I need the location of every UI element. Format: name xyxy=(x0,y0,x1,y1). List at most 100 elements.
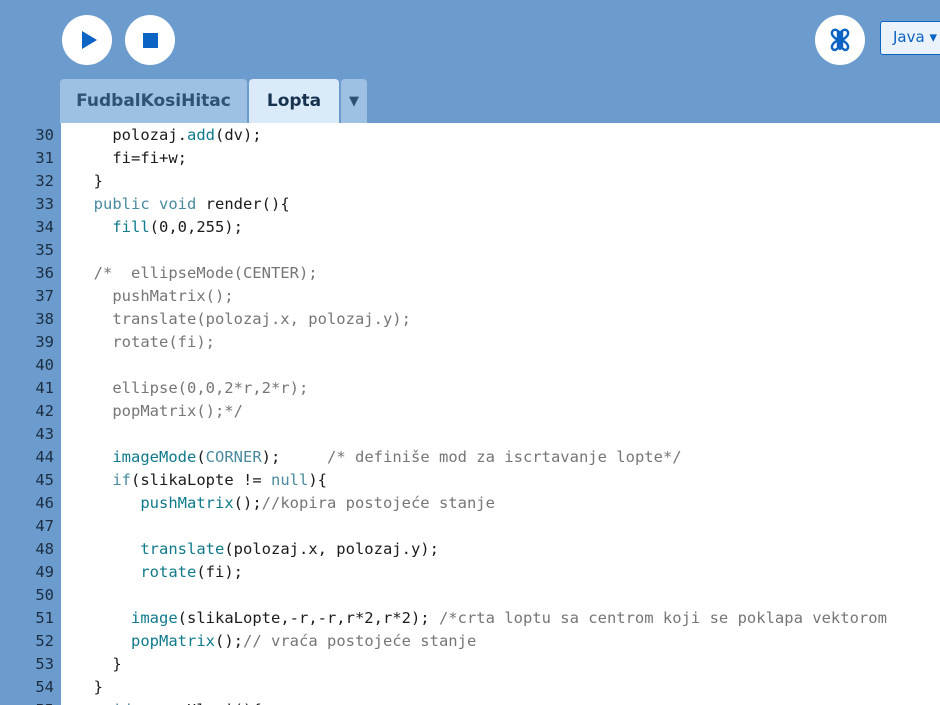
code-editor[interactable]: polozaj.add(dv); fi=fi+w; } public void … xyxy=(61,123,940,705)
run-button[interactable] xyxy=(62,15,112,65)
code-line[interactable]: pushMatrix();//kopira postojeće stanje xyxy=(75,492,495,515)
line-number: 51 xyxy=(35,609,54,627)
code-line[interactable]: polozaj.add(dv); xyxy=(75,124,262,147)
code-line[interactable]: popMatrix();*/ xyxy=(75,400,243,423)
line-number: 46 xyxy=(35,494,54,512)
code-line[interactable]: /* ellipseMode(CENTER); xyxy=(75,262,318,285)
code-token: translate xyxy=(140,540,225,558)
line-number: 52 xyxy=(35,632,54,650)
code-token: (); xyxy=(233,494,262,512)
line-number: 39 xyxy=(35,333,54,351)
code-token: pushMatrix(); xyxy=(75,287,234,305)
code-token: ){ xyxy=(308,471,327,489)
code-line[interactable]: translate(polozaj.x, polozaj.y); xyxy=(75,538,439,561)
code-token: (slikaLopte != xyxy=(131,471,271,489)
code-line[interactable]: } xyxy=(75,653,122,676)
code-token: ); xyxy=(261,448,327,466)
code-line[interactable]: popMatrix();// vraća postojeće stanje xyxy=(75,630,476,653)
code-token: (dv); xyxy=(214,126,262,144)
line-number: 41 xyxy=(35,379,54,397)
butterfly-icon xyxy=(830,28,850,52)
code-line[interactable]: } xyxy=(75,170,103,193)
code-line[interactable]: image(slikaLopte,-r,-r,r*2,r*2); /*crta … xyxy=(75,607,887,630)
code-token: render(){ xyxy=(196,195,290,213)
line-number: 45 xyxy=(35,471,54,489)
code-token: pravaUlazi(){ xyxy=(131,701,261,705)
line-number: 53 xyxy=(35,655,54,673)
code-token: fill xyxy=(112,218,150,236)
code-line[interactable]: rotate(fi); xyxy=(75,331,215,354)
tab-fudbalkosihitac[interactable]: FudbalKosiHitac xyxy=(60,79,247,123)
code-token: (polozaj.x, polozaj.y); xyxy=(224,540,439,558)
line-number: 38 xyxy=(35,310,54,328)
code-line[interactable]: public void render(){ xyxy=(75,193,290,216)
code-token: public xyxy=(93,195,150,213)
code-token: if xyxy=(112,471,131,489)
line-number: 43 xyxy=(35,425,54,443)
tab-menu-dropdown[interactable]: ▼ xyxy=(341,79,367,123)
code-line[interactable]: void pravaUlazi(){ xyxy=(75,699,262,705)
line-number: 50 xyxy=(35,586,54,604)
code-token: ( xyxy=(196,448,206,466)
code-line[interactable]: translate(polozaj.x, polozaj.y); xyxy=(75,308,411,331)
code-token: /* ellipseMode(CENTER); xyxy=(75,264,318,282)
code-token: CORNER xyxy=(205,448,262,466)
line-number: 40 xyxy=(35,356,54,374)
line-number: 32 xyxy=(35,172,54,190)
stop-icon xyxy=(142,32,158,48)
code-line[interactable]: fill(0,0,255); xyxy=(75,216,243,239)
line-number: 31 xyxy=(35,149,54,167)
code-token: rotate xyxy=(140,563,197,581)
code-token: imageMode xyxy=(112,448,197,466)
code-line[interactable]: pushMatrix(); xyxy=(75,285,234,308)
code-token: /* definiše mod za iscrtavanje lopte*/ xyxy=(327,448,682,466)
line-number: 30 xyxy=(35,126,54,144)
code-line[interactable]: imageMode(CORNER); /* definiše mod za is… xyxy=(75,446,682,469)
stop-button[interactable] xyxy=(125,15,175,65)
code-token: popMatrix xyxy=(131,632,215,650)
debug-button[interactable] xyxy=(815,15,865,65)
line-number: 55 xyxy=(0,699,54,705)
tab-bar: FudbalKosiHitac Lopta ▼ xyxy=(60,79,367,123)
mode-select[interactable]: Java ▾ xyxy=(880,21,940,55)
code-token: ellipse(0,0,2*r,2*r); xyxy=(75,379,309,397)
code-token: } xyxy=(75,172,103,190)
code-token: rotate(fi); xyxy=(75,333,215,351)
line-number: 54 xyxy=(35,678,54,696)
line-number: 44 xyxy=(35,448,54,466)
line-number: 37 xyxy=(35,287,54,305)
code-token: image xyxy=(131,609,178,627)
line-number-gutter: 30 31 32 33 34 35 36 37 38 39 40 41 42 43 44 45 46 47 48 49… xyxy=(0,123,55,705)
code-token: } xyxy=(75,655,122,673)
code-token: null xyxy=(270,471,309,489)
code-line[interactable]: rotate(fi); xyxy=(75,561,243,584)
line-number: 47 xyxy=(35,517,54,535)
code-token: //kopira postojeće stanje xyxy=(261,494,495,512)
toolbar: Java ▾ xyxy=(0,0,940,80)
code-line[interactable]: fi=fi+w; xyxy=(75,147,187,170)
code-line[interactable]: ellipse(0,0,2*r,2*r); xyxy=(75,377,308,400)
code-token: void xyxy=(159,195,197,213)
code-token: // vraća postojeće stanje xyxy=(243,632,477,650)
line-number: 42 xyxy=(35,402,54,420)
code-line[interactable]: } xyxy=(75,676,103,699)
line-number: 34 xyxy=(35,218,54,236)
tab-lopta[interactable]: Lopta xyxy=(249,79,339,123)
line-number: 36 xyxy=(35,264,54,282)
code-token: /*crta loptu sa centrom koji se poklapa … xyxy=(438,609,887,627)
chevron-down-icon: ▼ xyxy=(349,93,359,109)
code-line[interactable]: if(slikaLopte != null){ xyxy=(75,469,327,492)
code-token: (); xyxy=(215,632,243,650)
code-token: add xyxy=(186,126,215,144)
play-icon xyxy=(81,31,97,49)
